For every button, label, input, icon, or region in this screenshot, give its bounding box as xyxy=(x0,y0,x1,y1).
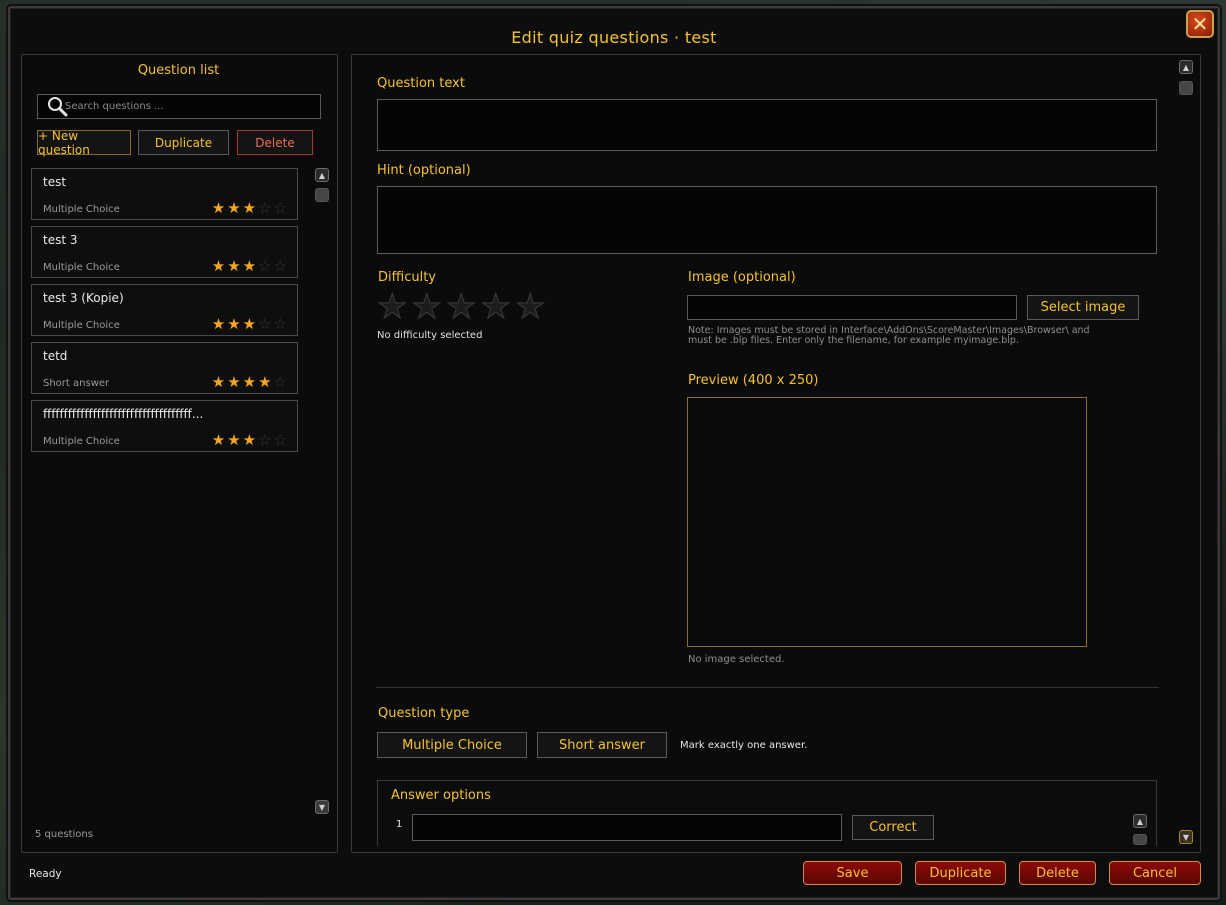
close-icon[interactable]: ✕ xyxy=(1186,10,1214,38)
question-item-title: test 3 (Kopie) xyxy=(43,291,124,305)
star-icon: ★ xyxy=(242,199,257,217)
question-list-item[interactable]: tetd Short answer ★ ★ ★ ★ ☆ xyxy=(31,342,298,394)
question-item-type: Multiple Choice xyxy=(43,436,120,447)
question-item-type: Multiple Choice xyxy=(43,262,120,273)
list-scroll-down-icon[interactable]: ▼ xyxy=(315,800,329,814)
star-icon: ★ xyxy=(227,199,241,217)
question-list-heading: Question list xyxy=(137,63,220,78)
star-icon: ★ xyxy=(242,431,257,449)
question-item-difficulty: ★ ★ ★ ★ ☆ xyxy=(212,375,287,390)
sidebar-delete-button[interactable]: Delete xyxy=(237,130,313,155)
cancel-button[interactable]: Cancel xyxy=(1109,861,1201,885)
question-list-item[interactable]: test 3 Multiple Choice ★ ★ ★ ☆ ☆ xyxy=(31,226,298,278)
list-scroll-thumb[interactable] xyxy=(315,188,329,202)
question-item-type: Short answer xyxy=(43,378,110,389)
star-icon: ★ xyxy=(211,431,226,449)
window-title: Edit quiz questions · test xyxy=(511,28,717,47)
difficulty-star-icon[interactable]: ★ xyxy=(411,290,443,325)
star-icon: ☆ xyxy=(258,315,272,333)
question-item-difficulty: ★ ★ ★ ☆ ☆ xyxy=(212,317,287,332)
star-icon: ☆ xyxy=(273,315,287,333)
star-icon: ☆ xyxy=(258,199,272,217)
star-icon: ★ xyxy=(242,315,257,333)
type-multiple-choice-button[interactable]: Multiple Choice xyxy=(377,732,527,758)
star-icon: ★ xyxy=(211,257,226,275)
question-list-item[interactable]: test 3 (Kopie) Multiple Choice ★ ★ ★ ☆ ☆ xyxy=(31,284,298,336)
answers-scroll-thumb[interactable] xyxy=(1133,834,1147,845)
new-question-button[interactable]: + New question xyxy=(37,129,131,157)
list-scroll-up-icon[interactable]: ▲ xyxy=(315,168,329,182)
preview-status: No image selected. xyxy=(688,654,785,665)
difficulty-stars: ★ ★ ★ ★ ★ xyxy=(376,290,546,325)
answer-index: 1 xyxy=(396,819,403,830)
question-list-item[interactable]: test Multiple Choice ★ ★ ★ ☆ ☆ xyxy=(31,168,298,220)
section-divider xyxy=(376,687,1159,688)
star-icon: ☆ xyxy=(273,431,287,449)
answer-input[interactable] xyxy=(412,814,842,841)
star-icon: ☆ xyxy=(258,257,272,275)
image-preview-box xyxy=(687,397,1087,647)
editor-scroll-up-icon[interactable]: ▲ xyxy=(1179,60,1193,74)
search-placeholder: Search questions ... xyxy=(65,101,164,112)
star-icon: ☆ xyxy=(258,431,272,449)
star-icon: ☆ xyxy=(273,199,287,217)
hint-input[interactable] xyxy=(377,186,1157,254)
question-count: 5 questions xyxy=(35,829,93,840)
star-icon: ★ xyxy=(227,257,241,275)
star-icon: ★ xyxy=(242,373,257,391)
difficulty-status: No difficulty selected xyxy=(377,330,483,341)
question-text-input[interactable] xyxy=(377,99,1157,151)
delete-button[interactable]: Delete xyxy=(1019,861,1096,885)
preview-label: Preview (400 x 250) xyxy=(688,373,819,388)
question-type-label: Question type xyxy=(378,706,470,721)
answer-options-label: Answer options xyxy=(391,788,491,803)
search-input-box[interactable]: Search questions ... xyxy=(37,94,321,119)
editor-scroll-down-icon[interactable]: ▼ xyxy=(1179,830,1193,844)
star-icon: ★ xyxy=(242,257,257,275)
image-filename-input[interactable] xyxy=(687,295,1017,320)
difficulty-star-icon[interactable]: ★ xyxy=(376,290,408,325)
question-item-difficulty: ★ ★ ★ ☆ ☆ xyxy=(212,433,287,448)
star-icon: ★ xyxy=(227,315,241,333)
image-note: Note: Images must be stored in Interface… xyxy=(688,325,1090,346)
question-list-item[interactable]: ffffffffffffffffffffffffffffffffffff... M… xyxy=(31,400,298,452)
difficulty-star-icon[interactable]: ★ xyxy=(445,290,477,325)
question-item-title: ffffffffffffffffffffffffffffffffffff... xyxy=(43,407,204,421)
image-label: Image (optional) xyxy=(688,270,796,285)
question-item-title: tetd xyxy=(43,349,68,363)
star-icon: ★ xyxy=(211,199,226,217)
star-icon: ☆ xyxy=(273,373,287,391)
question-item-title: test xyxy=(43,175,67,189)
difficulty-star-icon[interactable]: ★ xyxy=(480,290,512,325)
select-image-button[interactable]: Select image xyxy=(1027,295,1139,320)
star-icon: ★ xyxy=(258,373,272,391)
difficulty-star-icon[interactable]: ★ xyxy=(514,290,546,325)
duplicate-button[interactable]: Duplicate xyxy=(915,861,1006,885)
status-text: Ready xyxy=(29,868,62,880)
editor-scroll-thumb[interactable] xyxy=(1179,81,1193,95)
question-text-label: Question text xyxy=(377,76,465,91)
question-item-type: Multiple Choice xyxy=(43,204,120,215)
star-icon: ★ xyxy=(211,373,226,391)
star-icon: ★ xyxy=(227,431,241,449)
type-short-answer-button[interactable]: Short answer xyxy=(537,732,667,758)
answers-scroll-up-icon[interactable]: ▲ xyxy=(1133,814,1147,828)
sidebar-duplicate-button[interactable]: Duplicate xyxy=(138,130,229,155)
hint-label: Hint (optional) xyxy=(377,163,471,178)
question-item-difficulty: ★ ★ ★ ☆ ☆ xyxy=(212,259,287,274)
star-icon: ☆ xyxy=(273,257,287,275)
difficulty-label: Difficulty xyxy=(378,270,436,285)
question-type-hint: Mark exactly one answer. xyxy=(680,740,808,751)
question-item-title: test 3 xyxy=(43,233,78,247)
star-icon: ★ xyxy=(227,373,241,391)
answer-correct-button[interactable]: Correct xyxy=(852,815,934,840)
question-item-type: Multiple Choice xyxy=(43,320,120,331)
save-button[interactable]: Save xyxy=(803,861,902,885)
question-item-difficulty: ★ ★ ★ ☆ ☆ xyxy=(212,201,287,216)
star-icon: ★ xyxy=(211,315,226,333)
